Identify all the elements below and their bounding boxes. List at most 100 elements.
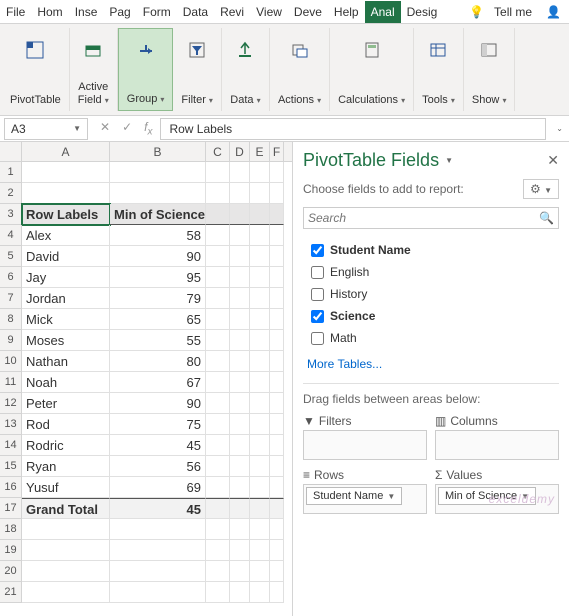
cell[interactable] xyxy=(230,330,250,351)
columns-well[interactable] xyxy=(435,430,559,460)
cell[interactable] xyxy=(250,519,270,540)
menu-revi[interactable]: Revi xyxy=(214,1,250,23)
cell[interactable] xyxy=(250,372,270,393)
menu-hom[interactable]: Hom xyxy=(31,1,68,23)
cell[interactable]: Min of Science xyxy=(110,204,206,225)
field-checkbox[interactable] xyxy=(311,332,324,345)
cell[interactable] xyxy=(22,561,110,582)
cell[interactable] xyxy=(110,183,206,204)
cell[interactable] xyxy=(206,456,230,477)
row-header[interactable]: 14 xyxy=(0,435,22,456)
cell[interactable] xyxy=(230,225,250,246)
cell[interactable] xyxy=(250,414,270,435)
cell[interactable] xyxy=(270,162,284,183)
enter-icon[interactable]: ✓ xyxy=(122,120,132,137)
col-header-D[interactable]: D xyxy=(230,142,250,161)
cell[interactable] xyxy=(230,456,250,477)
cell[interactable] xyxy=(250,456,270,477)
row-header[interactable]: 8 xyxy=(0,309,22,330)
cell[interactable]: 75 xyxy=(110,414,206,435)
cell[interactable] xyxy=(270,372,284,393)
ribbon-group[interactable]: Group ▾ xyxy=(118,28,174,111)
menu-file[interactable]: File xyxy=(0,1,31,23)
filters-area[interactable]: ▼Filters xyxy=(303,414,427,460)
cell[interactable] xyxy=(230,267,250,288)
ribbon-data[interactable]: Data ▾ xyxy=(222,28,270,111)
row-header[interactable]: 17 xyxy=(0,498,22,519)
cell[interactable] xyxy=(250,498,270,519)
cell[interactable] xyxy=(110,561,206,582)
close-icon[interactable]: ✕ xyxy=(547,152,559,169)
cell[interactable] xyxy=(110,519,206,540)
cell[interactable] xyxy=(22,519,110,540)
row-header[interactable]: 20 xyxy=(0,561,22,582)
row-header[interactable]: 7 xyxy=(0,288,22,309)
cell[interactable] xyxy=(230,288,250,309)
col-header-A[interactable]: A xyxy=(22,142,110,161)
cell[interactable] xyxy=(206,414,230,435)
cell[interactable] xyxy=(230,519,250,540)
cell[interactable]: 67 xyxy=(110,372,206,393)
cell[interactable]: 56 xyxy=(110,456,206,477)
cell[interactable] xyxy=(250,540,270,561)
field-search[interactable]: 🔍 xyxy=(303,207,559,229)
fx-icon[interactable]: fx xyxy=(144,120,152,137)
row-header[interactable]: 10 xyxy=(0,351,22,372)
ribbon-calculations[interactable]: Calculations ▾ xyxy=(330,28,414,111)
filters-well[interactable] xyxy=(303,430,427,460)
cell[interactable] xyxy=(206,582,230,603)
cancel-icon[interactable]: ✕ xyxy=(100,120,110,137)
row-header[interactable]: 15 xyxy=(0,456,22,477)
cell[interactable] xyxy=(230,561,250,582)
row-header[interactable]: 6 xyxy=(0,267,22,288)
field-checkbox[interactable] xyxy=(311,310,324,323)
rows-token[interactable]: Student Name ▼ xyxy=(306,487,402,505)
cell[interactable]: 90 xyxy=(110,246,206,267)
cell[interactable] xyxy=(230,540,250,561)
search-input[interactable] xyxy=(308,211,539,225)
row-header[interactable]: 12 xyxy=(0,393,22,414)
cell[interactable] xyxy=(250,477,270,498)
cell[interactable] xyxy=(270,582,284,603)
cell[interactable] xyxy=(250,330,270,351)
cell[interactable] xyxy=(206,225,230,246)
cell[interactable]: 55 xyxy=(110,330,206,351)
rows-area[interactable]: ≡Rows Student Name ▼ xyxy=(303,468,427,514)
cell[interactable] xyxy=(230,582,250,603)
cell[interactable]: Yusuf xyxy=(22,477,110,498)
columns-area[interactable]: ▥Columns xyxy=(435,414,559,460)
cell[interactable] xyxy=(230,435,250,456)
ribbon-active-field[interactable]: ActiveField ▾ xyxy=(70,28,118,111)
cell[interactable]: Jay xyxy=(22,267,110,288)
col-header-C[interactable]: C xyxy=(206,142,230,161)
cell[interactable] xyxy=(270,183,284,204)
cell[interactable]: 90 xyxy=(110,393,206,414)
cell[interactable] xyxy=(270,456,284,477)
cell[interactable] xyxy=(206,393,230,414)
cell[interactable] xyxy=(230,183,250,204)
menu-view[interactable]: View xyxy=(250,1,288,23)
field-math[interactable]: Math xyxy=(311,327,559,349)
field-checkbox[interactable] xyxy=(311,244,324,257)
formula-input[interactable]: Row Labels xyxy=(160,118,546,140)
cell[interactable] xyxy=(270,246,284,267)
cell[interactable] xyxy=(270,330,284,351)
cell[interactable] xyxy=(250,162,270,183)
field-checkbox[interactable] xyxy=(311,266,324,279)
cell[interactable] xyxy=(250,435,270,456)
cell[interactable] xyxy=(230,414,250,435)
field-checkbox[interactable] xyxy=(311,288,324,301)
cell[interactable] xyxy=(206,561,230,582)
cell[interactable] xyxy=(206,204,230,225)
cell[interactable] xyxy=(270,540,284,561)
cell[interactable]: Rod xyxy=(22,414,110,435)
cell[interactable] xyxy=(22,162,110,183)
row-header[interactable]: 21 xyxy=(0,582,22,603)
cell[interactable] xyxy=(206,477,230,498)
menu-form[interactable]: Form xyxy=(137,1,177,23)
cell[interactable] xyxy=(206,267,230,288)
cell[interactable] xyxy=(230,351,250,372)
menu-help[interactable]: Help xyxy=(328,1,365,23)
cell[interactable] xyxy=(270,519,284,540)
cell[interactable]: 69 xyxy=(110,477,206,498)
